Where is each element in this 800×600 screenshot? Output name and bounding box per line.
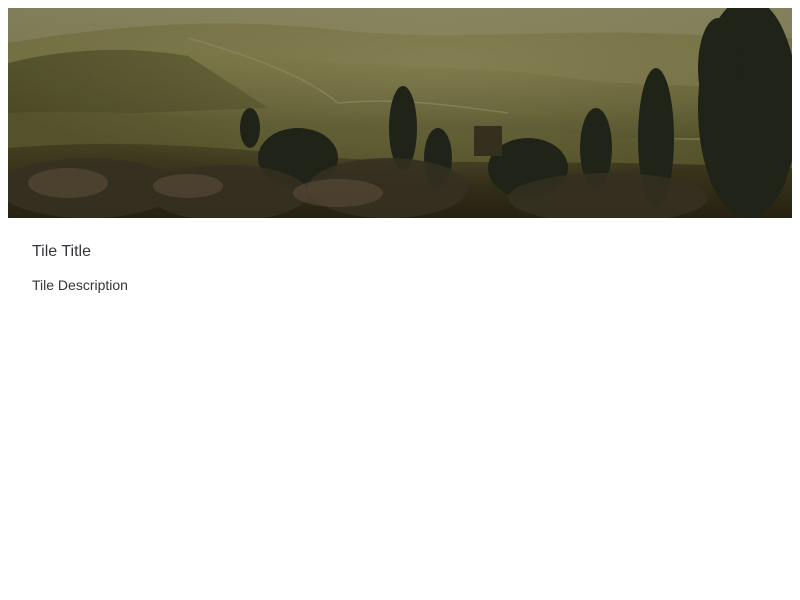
tile-description: Tile Description <box>32 277 128 293</box>
tile-title: Tile Title <box>32 243 91 260</box>
tile-image-landscape <box>8 8 792 218</box>
landscape-photo <box>8 8 792 218</box>
tile-content: Tile Title Tile Description <box>8 218 792 294</box>
tile-card[interactable]: Tile Title Tile Description <box>8 8 792 592</box>
